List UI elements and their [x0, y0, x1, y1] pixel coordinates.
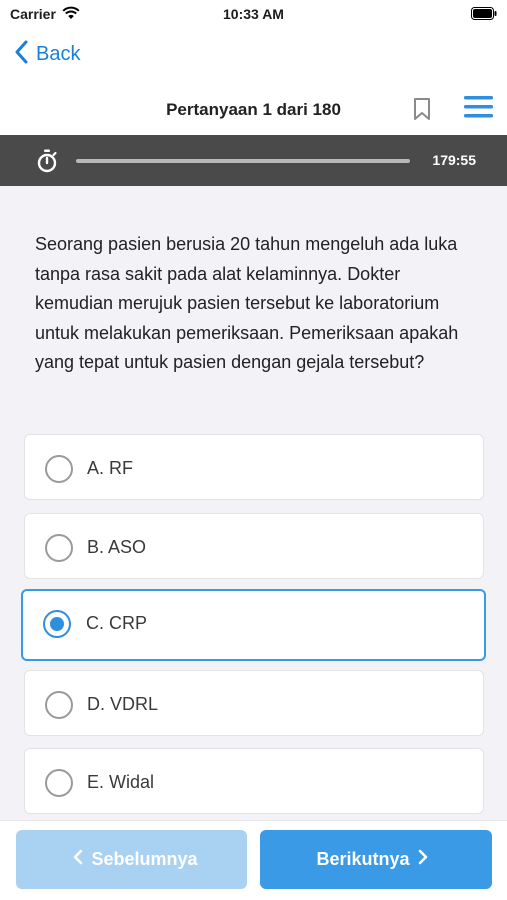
battery-icon [471, 7, 497, 20]
chevron-left-icon [73, 848, 83, 871]
option-b[interactable]: B. ASO [24, 513, 484, 579]
back-button[interactable]: Back [14, 40, 80, 69]
radio-dot [50, 617, 64, 631]
radio-icon[interactable] [45, 769, 73, 797]
radio-icon[interactable] [45, 534, 73, 562]
option-label: A. RF [87, 458, 134, 478]
option-label: D. VDRL [87, 694, 159, 714]
footer-navigation: Sebelumnya Berikutnya [0, 820, 507, 900]
status-bar: Carrier 10:33 AM [0, 0, 507, 28]
next-button[interactable]: Berikutnya [260, 830, 492, 889]
previous-button[interactable]: Sebelumnya [16, 830, 247, 889]
stopwatch-icon [36, 149, 58, 178]
option-label: E. Widal [87, 772, 155, 792]
option-c[interactable]: C. CRP [21, 589, 486, 661]
menu-icon[interactable] [464, 95, 493, 124]
radio-icon[interactable] [45, 455, 73, 483]
option-d[interactable]: D. VDRL [24, 670, 484, 736]
time-remaining: 179:55 [432, 152, 476, 168]
question-header: Pertanyaan 1 dari 180 [0, 80, 507, 135]
question-content: Seorang pasien berusia 20 tahun mengeluh… [0, 186, 507, 820]
radio-selected-icon[interactable] [43, 610, 71, 638]
chevron-right-icon [418, 848, 428, 871]
chevron-left-icon [14, 40, 28, 69]
option-label: B. ASO [87, 537, 147, 557]
timer-bar: 179:55 [0, 135, 507, 186]
option-e[interactable]: E. Widal [24, 748, 484, 814]
next-label: Berikutnya [316, 849, 410, 869]
navigation-bar: Back [0, 28, 507, 80]
time-progress-fill [76, 159, 410, 163]
option-a[interactable]: A. RF [24, 434, 484, 500]
time-progress-bar [76, 159, 410, 163]
radio-icon[interactable] [45, 691, 73, 719]
previous-label: Sebelumnya [91, 849, 198, 869]
option-label: C. CRP [86, 613, 148, 633]
back-label: Back [36, 43, 81, 65]
question-text: Seorang pasien berusia 20 tahun mengeluh… [35, 234, 459, 373]
status-time: 10:33 AM [223, 6, 284, 22]
bookmark-icon[interactable] [413, 97, 431, 126]
